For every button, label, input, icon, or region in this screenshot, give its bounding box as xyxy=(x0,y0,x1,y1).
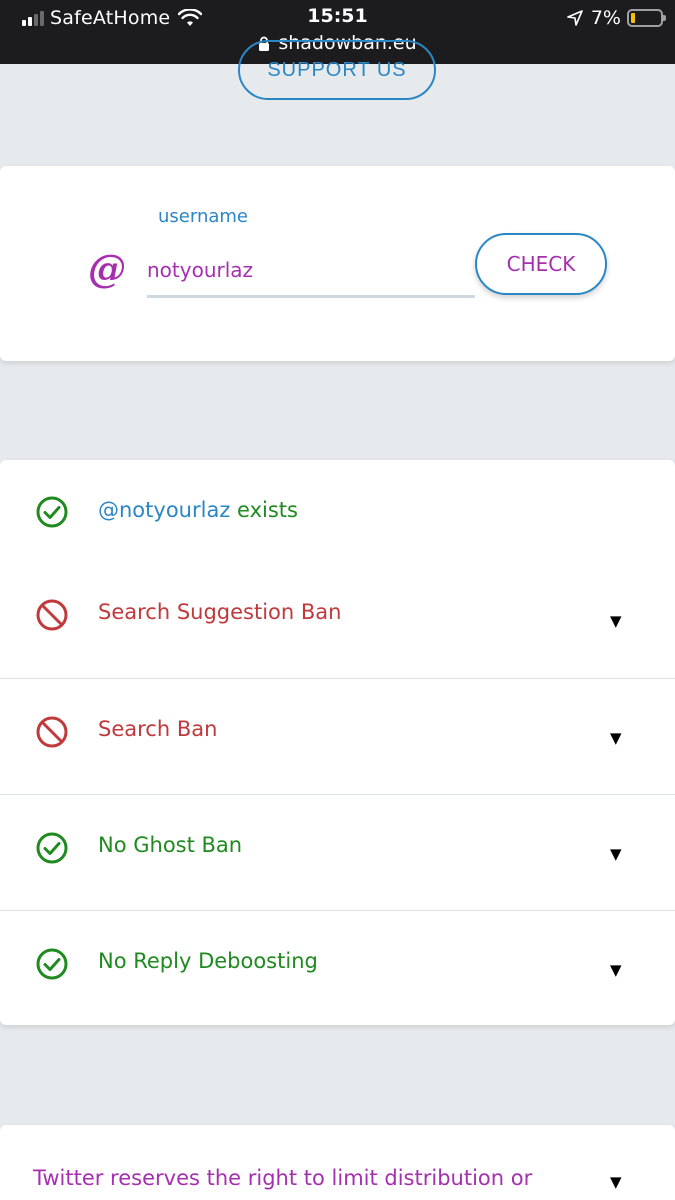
notice-card[interactable]: Twitter reserves the right to limit dist… xyxy=(0,1125,675,1200)
support-us-button[interactable]: SUPPORT US xyxy=(238,40,436,100)
notice-text: Twitter reserves the right to limit dist… xyxy=(33,1166,533,1190)
result-row-ghost-ban[interactable]: No Ghost Ban ▼ xyxy=(0,794,675,910)
check-circle-icon xyxy=(36,496,68,528)
chevron-down-icon[interactable]: ▼ xyxy=(610,1173,622,1191)
location-arrow-icon xyxy=(567,10,583,26)
result-reply-deboosting-label: No Reply Deboosting xyxy=(98,949,318,973)
result-row-search-suggestion-ban[interactable]: Search Suggestion Ban ▼ xyxy=(0,560,675,678)
result-handle: @notyourlaz xyxy=(98,498,231,522)
prohibited-icon xyxy=(36,716,68,748)
status-right: 7% xyxy=(567,6,666,30)
chevron-down-icon[interactable]: ▼ xyxy=(610,729,622,747)
check-button[interactable]: CHECK xyxy=(475,233,607,295)
chevron-down-icon[interactable]: ▼ xyxy=(610,845,622,863)
result-row-exists: @notyourlaz exists xyxy=(0,460,675,560)
result-search-suggestion-ban-label: Search Suggestion Ban xyxy=(98,600,342,624)
check-circle-icon xyxy=(36,832,68,864)
search-card: @ username CHECK xyxy=(0,166,675,361)
result-search-ban-label: Search Ban xyxy=(98,717,218,741)
username-input[interactable] xyxy=(147,244,475,298)
at-symbol: @ xyxy=(88,246,126,291)
result-row-reply-deboosting[interactable]: No Reply Deboosting ▼ xyxy=(0,910,675,1025)
result-exists-text: @notyourlaz exists xyxy=(98,498,298,522)
results-card: @notyourlaz exists Search Suggestion Ban… xyxy=(0,460,675,1025)
battery-icon xyxy=(627,9,666,27)
check-circle-icon xyxy=(36,948,68,980)
battery-percent: 7% xyxy=(590,7,621,29)
page: SafeAtHome 15:51 shadowban.eu 7% SUPPORT… xyxy=(0,0,675,1200)
result-exists-label: exists xyxy=(230,498,298,522)
result-row-search-ban[interactable]: Search Ban ▼ xyxy=(0,678,675,794)
result-ghost-ban-label: No Ghost Ban xyxy=(98,833,243,857)
chevron-down-icon[interactable]: ▼ xyxy=(610,961,622,979)
prohibited-icon xyxy=(36,599,68,631)
chevron-down-icon[interactable]: ▼ xyxy=(610,612,622,630)
username-label: username xyxy=(158,206,248,227)
